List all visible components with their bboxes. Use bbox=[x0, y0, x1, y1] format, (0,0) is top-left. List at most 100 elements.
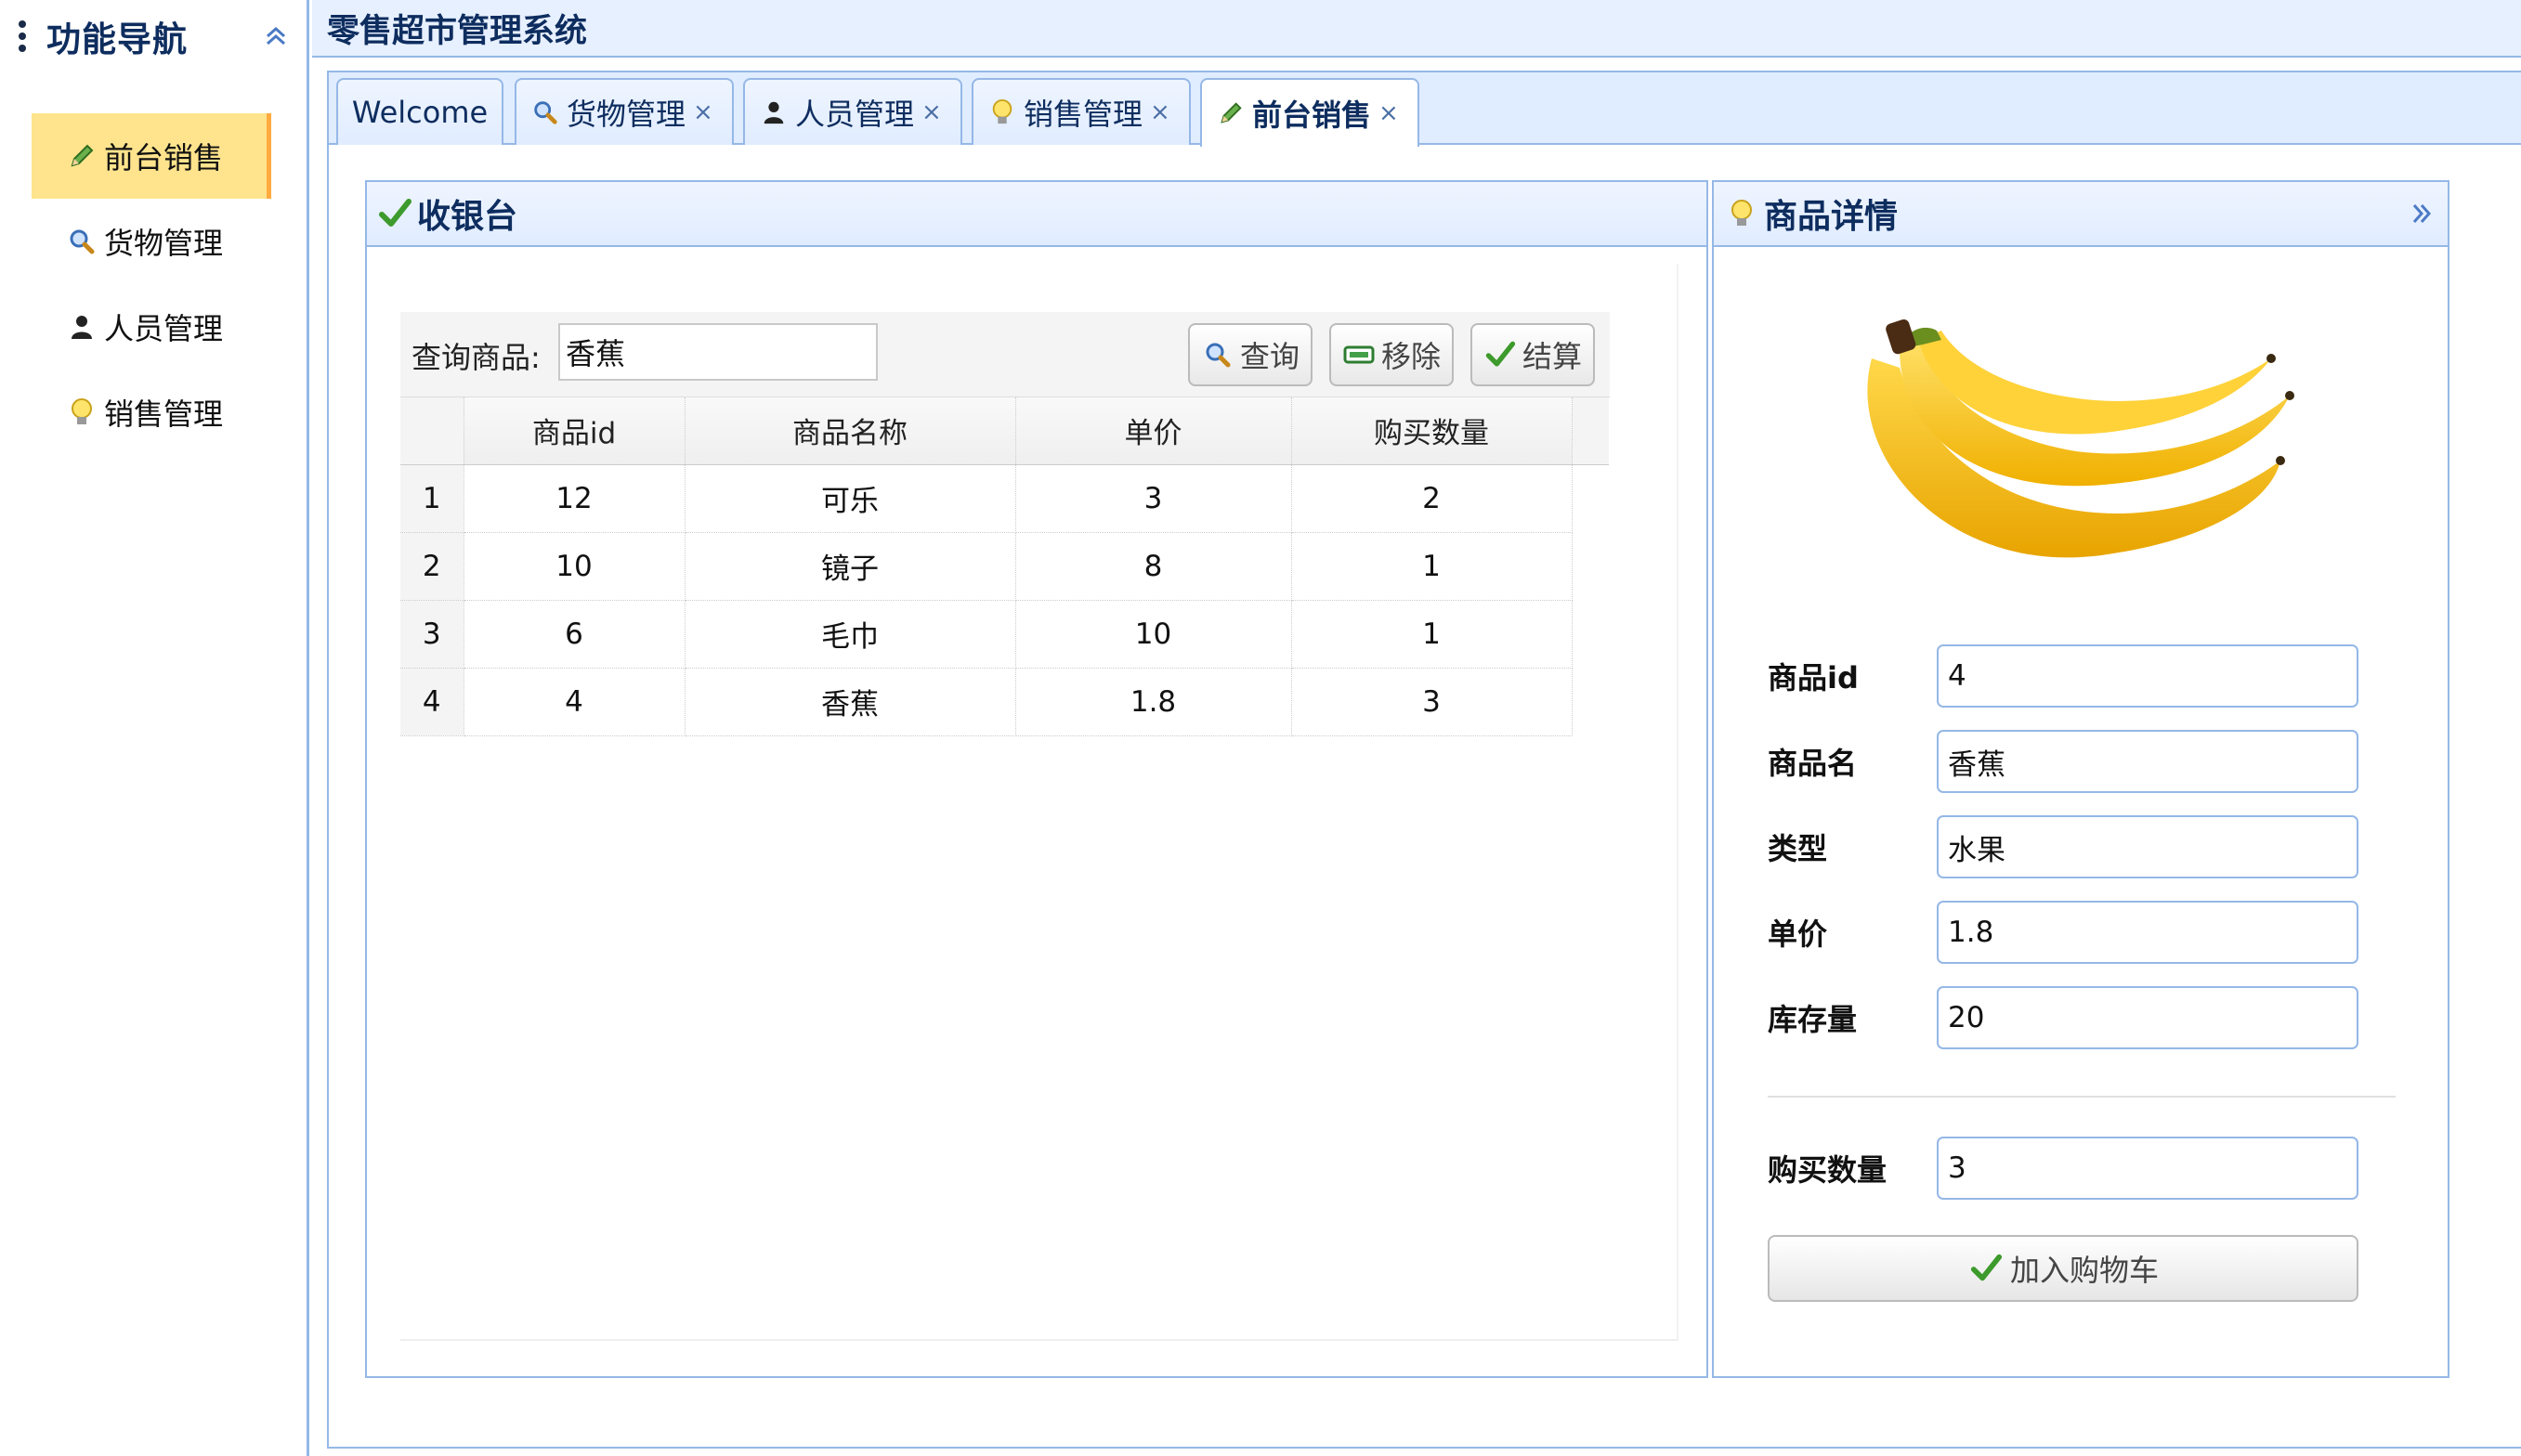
table-header-row: 商品id 商品名称 单价 购买数量 bbox=[400, 397, 1609, 465]
scrollbar-gutter bbox=[1572, 397, 1609, 465]
tab-goods[interactable]: 货物管理 × bbox=[515, 78, 734, 145]
row-number: 2 bbox=[400, 532, 464, 601]
cell-name: 香蕉 bbox=[685, 668, 1016, 736]
remove-button-label: 移除 bbox=[1381, 339, 1442, 374]
field-product-id: 商品id 4 bbox=[1768, 644, 2358, 708]
cell-id: 12 bbox=[464, 464, 686, 533]
navigation-panel: 功能导航 前台销售 货物管理 人员管理 销售管理 bbox=[0, 0, 309, 1456]
cell-price: 8 bbox=[1015, 532, 1292, 601]
column-header[interactable]: 商品名称 bbox=[685, 397, 1016, 465]
pencil-icon bbox=[65, 139, 98, 173]
nav-item-staff[interactable]: 人员管理 bbox=[32, 284, 271, 370]
tab-front-sales[interactable]: 前台销售 × bbox=[1200, 78, 1419, 147]
bulb-icon bbox=[1723, 195, 1760, 232]
tab-welcome[interactable]: Welcome bbox=[336, 78, 503, 145]
field-label: 商品id bbox=[1768, 660, 1859, 696]
panel-header: 收银台 bbox=[367, 182, 1706, 247]
search-icon bbox=[529, 97, 561, 128]
remove-button[interactable]: 移除 bbox=[1329, 323, 1455, 386]
nav-list: 前台销售 货物管理 人员管理 销售管理 bbox=[0, 113, 307, 455]
close-icon[interactable]: × bbox=[1378, 99, 1399, 127]
row-number: 1 bbox=[400, 464, 464, 533]
field-label: 库存量 bbox=[1768, 1002, 1858, 1037]
search-icon bbox=[65, 225, 98, 258]
add-to-cart-button[interactable]: 加入购物车 bbox=[1768, 1235, 2358, 1302]
cell-qty: 1 bbox=[1291, 600, 1573, 669]
column-header[interactable]: 商品id bbox=[464, 397, 686, 465]
table-row[interactable]: 1 12 可乐 3 2 bbox=[400, 464, 1609, 533]
tab-sales[interactable]: 销售管理 × bbox=[972, 78, 1191, 145]
bulb-icon bbox=[986, 97, 1018, 128]
nav-item-sales[interactable]: 销售管理 bbox=[32, 370, 271, 455]
cell-name: 镜子 bbox=[685, 532, 1016, 601]
stock-input[interactable]: 20 bbox=[1937, 986, 2358, 1049]
nav-item-label: 货物管理 bbox=[104, 226, 224, 261]
cell-name: 毛巾 bbox=[685, 600, 1016, 669]
column-header[interactable]: 购买数量 bbox=[1291, 397, 1573, 465]
cell-name: 可乐 bbox=[685, 464, 1016, 533]
cell-price: 3 bbox=[1015, 464, 1292, 533]
product-id-input[interactable]: 4 bbox=[1937, 644, 2358, 708]
buy-quantity-input[interactable]: 3 bbox=[1937, 1137, 2358, 1200]
panel-title: 商品详情 bbox=[1764, 198, 1899, 236]
table-row[interactable]: 2 10 镜子 8 1 bbox=[400, 532, 1609, 601]
nav-header: 功能导航 bbox=[0, 0, 307, 72]
checkout-button[interactable]: 结算 bbox=[1470, 323, 1596, 386]
field-product-name: 商品名 香蕉 bbox=[1768, 730, 2358, 793]
banana-image bbox=[1867, 319, 2294, 558]
close-icon[interactable]: × bbox=[1150, 98, 1170, 126]
panel-header: 商品详情 bbox=[1714, 182, 2448, 247]
tabs-bar: Welcome 货物管理 × 人员管理 × 销售管理 × 前台销售 × bbox=[329, 72, 2521, 147]
nav-title: 功能导航 bbox=[46, 20, 188, 59]
field-unit-price: 单价 1.8 bbox=[1768, 901, 2358, 964]
close-icon[interactable]: × bbox=[921, 98, 942, 126]
user-icon bbox=[758, 97, 790, 128]
pencil-icon bbox=[1215, 98, 1247, 129]
nav-item-label: 前台销售 bbox=[104, 140, 224, 176]
product-type-input[interactable]: 水果 bbox=[1937, 815, 2358, 878]
collapse-up-icon[interactable] bbox=[262, 22, 290, 50]
field-label: 购买数量 bbox=[1768, 1152, 1887, 1188]
search-icon bbox=[1201, 338, 1234, 371]
cell-id: 4 bbox=[464, 668, 686, 736]
product-search-input[interactable]: 香蕉 bbox=[558, 323, 878, 381]
field-label: 单价 bbox=[1768, 916, 1828, 952]
check-icon bbox=[1483, 338, 1517, 371]
nav-item-label: 人员管理 bbox=[104, 311, 224, 346]
row-number: 3 bbox=[400, 600, 464, 669]
tab-staff[interactable]: 人员管理 × bbox=[743, 78, 962, 145]
app-title-bar: 零售超市管理系统 bbox=[312, 0, 2521, 58]
cell-qty: 3 bbox=[1291, 668, 1573, 736]
cell-id: 6 bbox=[464, 600, 686, 669]
tab-label: Welcome bbox=[351, 95, 489, 130]
field-label: 商品名 bbox=[1768, 746, 1858, 781]
cell-qty: 1 bbox=[1291, 532, 1573, 601]
collapse-right-icon[interactable] bbox=[2409, 201, 2435, 227]
query-button[interactable]: 查询 bbox=[1188, 323, 1313, 386]
cashier-panel: 收银台 查询商品: 香蕉 查询 移除 结算 商品id 商品名称 单价 购买数量 … bbox=[365, 180, 1708, 1378]
field-label: 类型 bbox=[1768, 831, 1828, 866]
menu-dots-icon bbox=[19, 20, 28, 52]
app-title: 零售超市管理系统 bbox=[327, 12, 588, 50]
checkout-button-label: 结算 bbox=[1522, 339, 1583, 374]
close-icon[interactable]: × bbox=[693, 98, 713, 126]
query-button-label: 查询 bbox=[1240, 339, 1300, 374]
cell-price: 10 bbox=[1015, 600, 1292, 669]
tab-label: 货物管理 bbox=[567, 97, 686, 132]
table-row[interactable]: 3 6 毛巾 10 1 bbox=[400, 600, 1609, 669]
add-to-cart-label: 加入购物车 bbox=[2009, 1253, 2159, 1288]
user-icon bbox=[65, 310, 98, 344]
table-row[interactable]: 4 4 香蕉 1.8 3 bbox=[400, 668, 1609, 736]
unit-price-input[interactable]: 1.8 bbox=[1937, 901, 2358, 964]
product-name-input[interactable]: 香蕉 bbox=[1937, 730, 2358, 793]
check-icon bbox=[1967, 1250, 2005, 1287]
nav-item-goods[interactable]: 货物管理 bbox=[32, 199, 271, 284]
nav-item-label: 销售管理 bbox=[104, 396, 224, 432]
tab-label: 前台销售 bbox=[1252, 98, 1372, 133]
product-detail-panel: 商品详情 商品id 4 商品名 香蕉 类型 水果 单价 1.8 库存量 20 购… bbox=[1712, 180, 2449, 1378]
column-header[interactable]: 单价 bbox=[1015, 397, 1292, 465]
search-label: 查询商品: bbox=[411, 340, 541, 375]
nav-item-front-sales[interactable]: 前台销售 bbox=[32, 113, 271, 199]
bulb-icon bbox=[65, 396, 98, 429]
check-icon bbox=[376, 195, 413, 232]
